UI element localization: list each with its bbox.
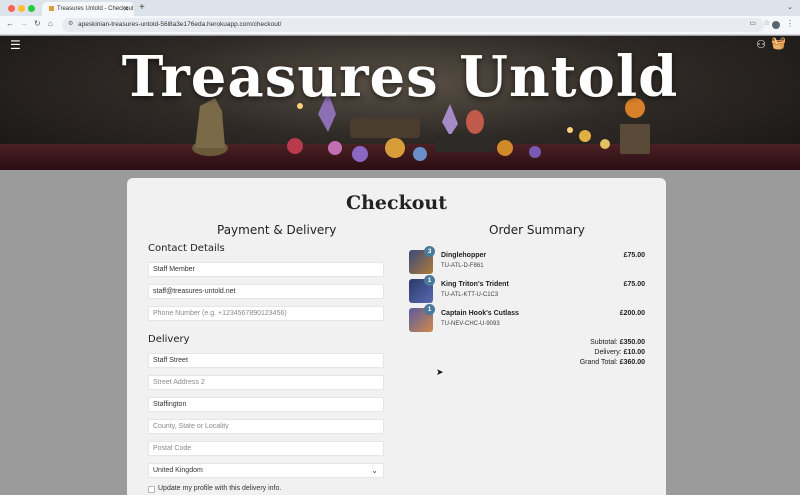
quantity-badge: 1 bbox=[424, 275, 435, 286]
browser-tab[interactable]: Treasures Untold - Checkout ✕ bbox=[42, 2, 134, 16]
postcode-field[interactable]: Postal Code bbox=[148, 441, 384, 456]
page-title: Checkout bbox=[345, 192, 448, 214]
phone-field[interactable]: Phone Number (e.g. +1234567890123456) bbox=[148, 306, 384, 321]
site-favicon-icon bbox=[49, 6, 54, 11]
item-sku: TU-ATL-KTT-U-C1C3 bbox=[441, 292, 499, 298]
close-tab-icon[interactable]: ✕ bbox=[123, 5, 129, 13]
profile-avatar-icon[interactable] bbox=[772, 21, 780, 29]
user-account-icon[interactable]: ⚇ bbox=[756, 38, 766, 51]
chevron-down-icon: ⌄ bbox=[371, 466, 378, 475]
county-field[interactable]: County, State or Locality bbox=[148, 419, 384, 434]
home-icon[interactable]: ⌂ bbox=[48, 19, 53, 28]
checkout-card: Checkout Payment & Delivery Order Summar… bbox=[127, 178, 666, 495]
grand-total-value: £360.00 bbox=[619, 359, 645, 366]
order-item: 1 King Triton's Trident TU-ATL-KTT-U-C1C… bbox=[409, 275, 645, 305]
browser-toolbar: ← → ↻ ⌂ ⚙ apeskinian-treasures-untold-56… bbox=[0, 16, 800, 35]
address-bar[interactable]: ⚙ apeskinian-treasures-untold-56l8a3e176… bbox=[62, 18, 764, 32]
payment-delivery-heading: Payment & Delivery bbox=[217, 223, 337, 237]
item-price: £75.00 bbox=[623, 252, 645, 259]
item-name: Dinglehopper bbox=[441, 252, 487, 259]
delivery-row: Delivery: £10.00 bbox=[594, 349, 645, 356]
forward-icon[interactable]: → bbox=[20, 19, 28, 28]
new-tab-icon[interactable]: + bbox=[139, 2, 145, 13]
delivery-cost-value: £10.00 bbox=[623, 349, 645, 356]
item-name: King Triton's Trident bbox=[441, 281, 509, 288]
grand-total-label: Grand Total: bbox=[579, 359, 618, 366]
street-address-2-field[interactable]: Street Address 2 bbox=[148, 375, 384, 390]
order-summary-heading: Order Summary bbox=[489, 223, 585, 237]
email-field[interactable]: staff@treasures-untold.net bbox=[148, 284, 384, 299]
country-select-value: United Kingdom bbox=[153, 467, 203, 474]
subtotal-label: Subtotal: bbox=[590, 339, 618, 346]
minimize-window-icon[interactable] bbox=[18, 5, 25, 12]
order-item: 1 Captain Hook's Cutlass TU-NEV-CHC-U-90… bbox=[409, 304, 645, 334]
subtotal-value: £350.00 bbox=[619, 339, 645, 346]
hamburger-menu-icon[interactable]: ☰ bbox=[10, 38, 21, 52]
item-price: £200.00 bbox=[619, 310, 645, 317]
street-address-1-field[interactable]: Staff Street bbox=[148, 353, 384, 368]
order-item: 3 Dinglehopper TU-ATL-D-F861 £75.00 bbox=[409, 246, 645, 276]
reload-icon[interactable]: ↻ bbox=[34, 19, 41, 28]
quantity-badge: 1 bbox=[424, 304, 435, 315]
card-icon[interactable]: ▭ bbox=[749, 19, 756, 27]
contact-details-heading: Contact Details bbox=[148, 243, 225, 254]
save-info-label[interactable]: Update my profile with this delivery inf… bbox=[158, 485, 281, 492]
back-icon[interactable]: ← bbox=[6, 19, 14, 28]
quantity-badge: 3 bbox=[424, 246, 435, 257]
shopping-basket-icon[interactable]: 🧺 bbox=[771, 36, 786, 50]
browser-tab-bar: Treasures Untold - Checkout ✕ + ⌄ bbox=[0, 0, 800, 16]
url-text: apeskinian-treasures-untold-56l8a3e176ed… bbox=[78, 21, 282, 28]
item-sku: TU-NEV-CHC-U-9093 bbox=[441, 321, 500, 327]
tab-search-icon[interactable]: ⌄ bbox=[787, 3, 793, 11]
delivery-heading: Delivery bbox=[148, 334, 190, 345]
country-select[interactable]: United Kingdom ⌄ bbox=[148, 463, 384, 478]
maximize-window-icon[interactable] bbox=[28, 5, 35, 12]
site-info-icon[interactable]: ⚙ bbox=[68, 20, 73, 27]
item-name: Captain Hook's Cutlass bbox=[441, 310, 519, 317]
item-sku: TU-ATL-D-F861 bbox=[441, 263, 484, 269]
save-info-checkbox[interactable] bbox=[148, 486, 155, 493]
delivery-cost-label: Delivery: bbox=[594, 349, 622, 356]
hero-banner: Treasures Untold ☰ ⚇ 🧺 bbox=[0, 36, 800, 170]
subtotal-row: Subtotal: £350.00 bbox=[590, 339, 645, 346]
site-title[interactable]: Treasures Untold bbox=[0, 44, 800, 110]
mouse-cursor-icon: ➤ bbox=[436, 367, 444, 377]
town-field[interactable]: Staffington bbox=[148, 397, 384, 412]
tab-title: Treasures Untold - Checkout bbox=[57, 6, 134, 12]
item-price: £75.00 bbox=[623, 281, 645, 288]
grand-total-row: Grand Total: £360.00 bbox=[580, 359, 645, 366]
full-name-field[interactable]: Staff Member bbox=[148, 262, 384, 277]
close-window-icon[interactable] bbox=[8, 5, 15, 12]
browser-menu-icon[interactable]: ⋮ bbox=[786, 19, 794, 28]
bookmark-star-icon[interactable]: ☆ bbox=[764, 19, 770, 27]
